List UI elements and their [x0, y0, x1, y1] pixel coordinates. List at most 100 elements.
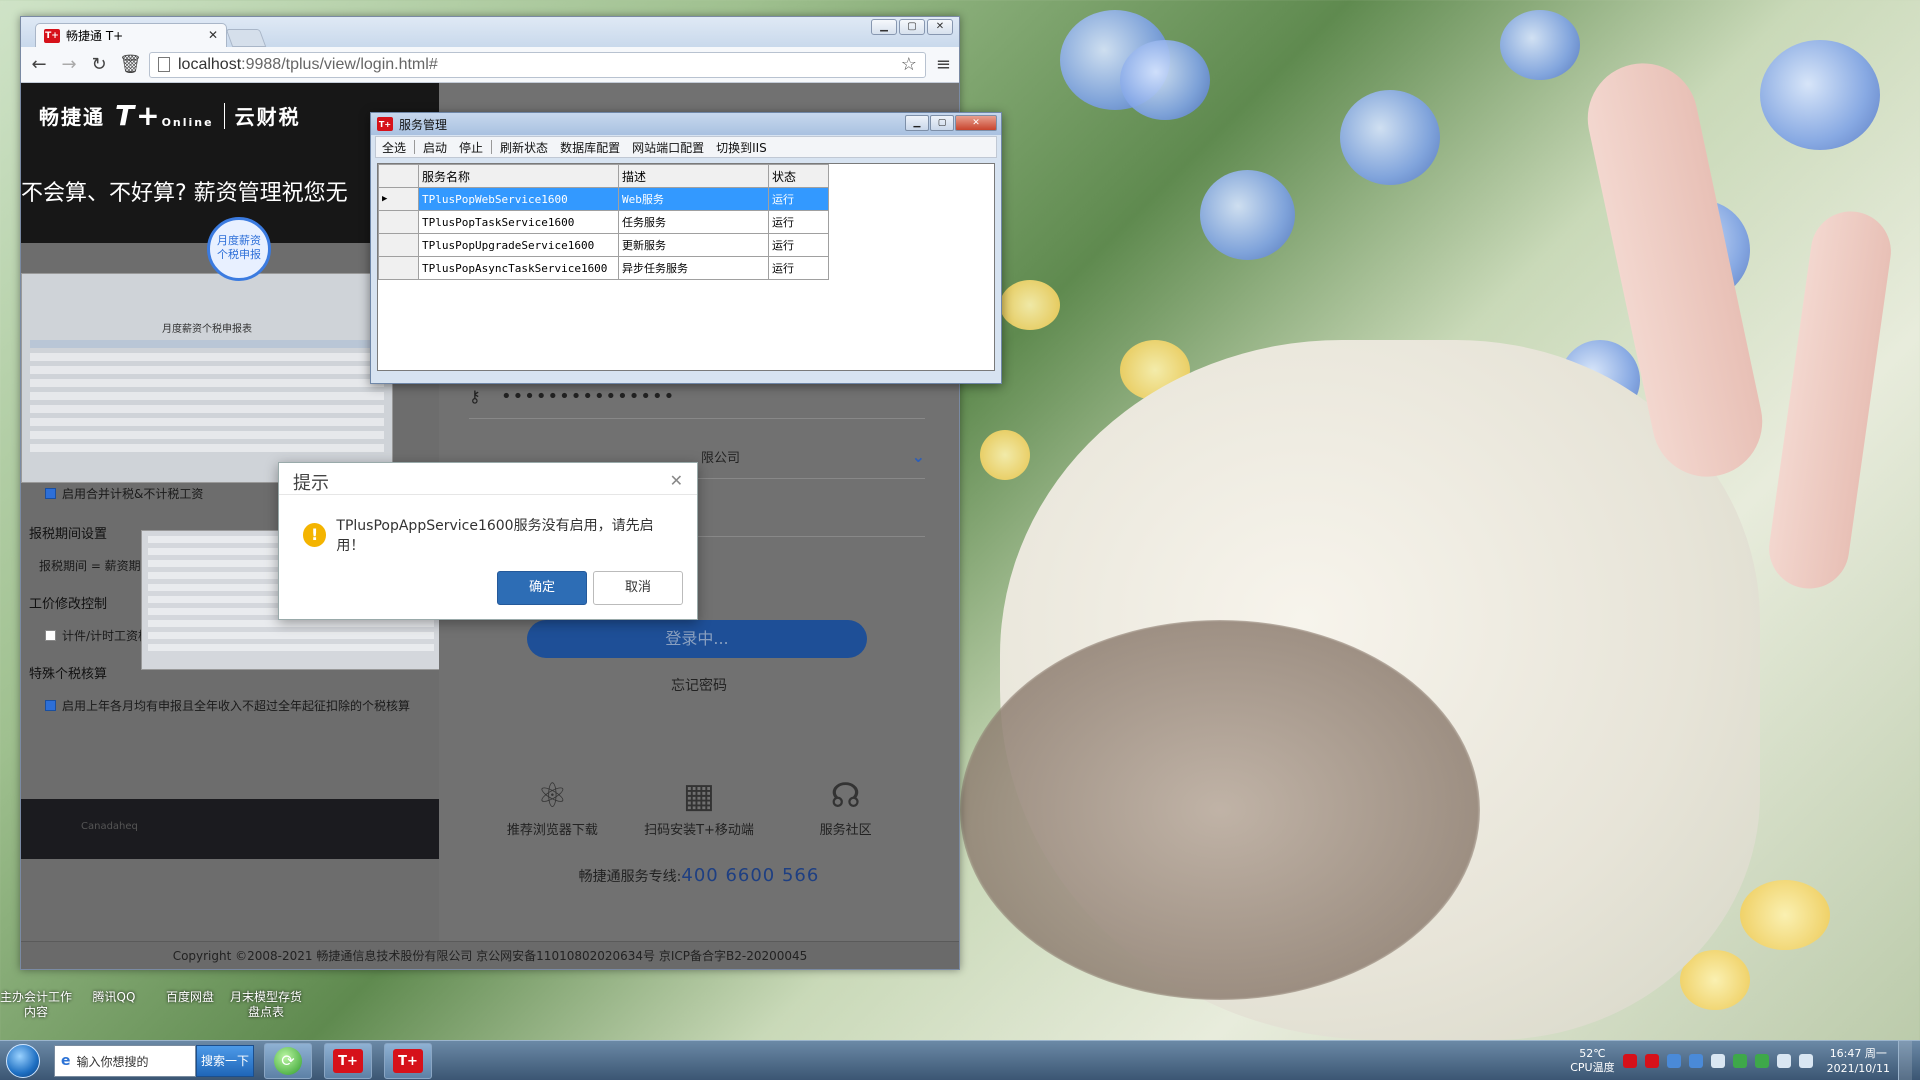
menu-icon[interactable]: ≡ — [936, 54, 951, 75]
table-row[interactable]: TPlusPopUpgradeService1600 更新服务 运行 — [378, 233, 829, 257]
bookmark-star-icon[interactable]: ☆ — [901, 54, 917, 75]
close-button[interactable]: ✕ — [927, 19, 953, 35]
tplus-app-icon: T+ — [377, 117, 393, 131]
desktop-icon-inventory-sheet[interactable]: 月末模型存货 盘点表 — [226, 990, 306, 1020]
taskbar-app-tplus-1[interactable]: T+ — [324, 1043, 372, 1079]
promo-period: 报税期间 = 薪资期间 — [39, 559, 153, 573]
table-row[interactable]: ▶ TPlusPopWebService1600 Web服务 运行 — [378, 187, 829, 211]
feature-label: 扫码安装T+移动端 — [644, 823, 754, 838]
security-tray-icon[interactable] — [1732, 1054, 1747, 1068]
reload-icon[interactable]: ↻ — [89, 54, 109, 75]
chevron-down-icon[interactable]: ⌄ — [912, 447, 925, 466]
settings-tray-icon[interactable] — [1710, 1054, 1725, 1068]
promo-footer-image: Canadaheq — [21, 799, 439, 859]
ie-icon: e — [61, 1053, 71, 1069]
browser-download-link[interactable]: ⚛ 推荐浏览器下载 — [492, 773, 612, 838]
promo-section-tax: 特殊个税核算 — [29, 667, 108, 682]
switch-iis-button[interactable]: 切换到IIS — [710, 139, 773, 156]
new-tab-button[interactable] — [225, 29, 267, 47]
promo-headline: 不会算、不好算? 薪资管理祝您无 — [21, 181, 348, 206]
promo-check-2: 计件/计时工资核 — [45, 627, 150, 644]
copyright: Copyright ©2008-2021 畅捷通信息技术股份有限公司 京公网安备… — [21, 941, 959, 969]
tplus-online: Online — [161, 116, 214, 129]
column-header[interactable]: 描述 — [618, 164, 769, 188]
close-icon[interactable]: ✕ — [670, 471, 683, 490]
minimize-button[interactable]: ▁ — [905, 115, 929, 131]
close-button[interactable]: ✕ — [955, 115, 997, 131]
report-title: 月度薪资个税申报表 — [162, 324, 252, 335]
keyboard-tray-icon[interactable] — [1798, 1054, 1813, 1068]
tplus-favicon-icon: T+ — [44, 28, 60, 43]
maximize-button[interactable]: ▢ — [899, 19, 925, 35]
forgot-password-link[interactable]: 忘记密码 — [439, 675, 959, 695]
windows-logo-icon — [6, 1043, 40, 1078]
feature-label: 推荐浏览器下载 — [506, 823, 598, 838]
forward-icon[interactable]: → — [59, 54, 79, 75]
login-button[interactable]: 登录中... — [527, 620, 867, 658]
promo-check-1: 启用合并计税&不计税工资 — [45, 485, 203, 502]
stop-button[interactable]: 停止 — [453, 139, 489, 156]
service-manager-window: T+ 服务管理 ▁ ▢ ✕ 全选 启动 停止 刷新状态 数据库配置 网站端口配置… — [370, 112, 1002, 384]
minimize-button[interactable]: ▁ — [871, 19, 897, 35]
tplus-icon: T+ — [333, 1049, 363, 1073]
bluetooth-tray-icon[interactable] — [1688, 1054, 1703, 1068]
table-row[interactable]: TPlusPopAsyncTaskService1600 异步任务服务 运行 — [378, 256, 829, 280]
back-icon[interactable]: ← — [29, 54, 49, 75]
tab-close-icon[interactable]: ✕ — [208, 28, 218, 42]
start-button[interactable] — [0, 1042, 46, 1080]
promo-section-period: 报税期间设置 — [29, 527, 108, 542]
service-manager-titlebar: T+ 服务管理 ▁ ▢ ✕ — [371, 113, 1001, 135]
desktop-icon-baidu-pan[interactable]: 百度网盘 — [150, 990, 230, 1005]
cancel-button[interactable]: 取消 — [593, 571, 683, 605]
taskbar-search: e 输入你想搜的 搜索一下 — [54, 1045, 254, 1077]
brand-logo: 畅捷通 T+ Online 云财税 — [39, 99, 301, 132]
db-config-button[interactable]: 数据库配置 — [554, 139, 626, 156]
volume-icon[interactable] — [1776, 1054, 1791, 1068]
search-button[interactable]: 搜索一下 — [196, 1045, 254, 1077]
desktop-icon-qq[interactable]: 腾讯QQ — [74, 990, 154, 1005]
refresh-status-button[interactable]: 刷新状态 — [494, 139, 554, 156]
trash-icon[interactable]: 🗑 — [119, 54, 142, 75]
ok-button[interactable]: 确定 — [497, 571, 587, 605]
search-input[interactable]: e 输入你想搜的 — [54, 1045, 196, 1077]
taskbar-app-tplus-2[interactable]: T+ — [384, 1043, 432, 1079]
service-community-link[interactable]: ☊ 服务社区 — [786, 773, 906, 838]
column-header[interactable]: 服务名称 — [418, 164, 619, 188]
select-all-button[interactable]: 全选 — [376, 139, 412, 156]
promo-screenshot: 月度薪资个税申报表 — [21, 273, 393, 483]
maximize-button[interactable]: ▢ — [930, 115, 954, 131]
hotline-number: 400 6600 566 — [681, 865, 820, 886]
start-button[interactable]: 启动 — [417, 139, 453, 156]
dialog-body: ! TPlusPopAppService1600服务没有启用，请先启用！ — [279, 495, 697, 575]
taskbar-app-refresh[interactable]: ⟳ — [264, 1043, 312, 1079]
cloud-tax: 云财税 — [234, 105, 301, 129]
feature-links: ⚛ 推荐浏览器下载 ▦ 扫码安装T+移动端 ☊ 服务社区 — [439, 773, 959, 838]
hotline-label: 畅捷通服务专线: — [578, 869, 682, 885]
promo-badge: 月度薪资 个税申报 — [207, 217, 271, 281]
cpu-temp: 52℃ CPU温度 — [1570, 1047, 1615, 1074]
network-tray-icon[interactable] — [1666, 1054, 1681, 1068]
promo-footer-sign: Canadaheq — [81, 821, 138, 832]
atom-icon: ⚛ — [537, 776, 568, 816]
port-config-button[interactable]: 网站端口配置 — [626, 139, 710, 156]
clock[interactable]: 16:47 周一 2021/10/11 — [1827, 1046, 1890, 1076]
browser-tab[interactable]: T+ 畅捷通 T+ ✕ — [35, 23, 227, 47]
column-header[interactable]: 状态 — [768, 164, 829, 188]
desktop-icon-work-content[interactable]: 主办会计工作 内容 — [0, 990, 76, 1020]
browser-titlebar: T+ 畅捷通 T+ ✕ ▁ ▢ ✕ — [21, 17, 959, 47]
window-title: 服务管理 — [399, 117, 448, 132]
mobile-install-link[interactable]: ▦ 扫码安装T+移动端 — [639, 773, 759, 838]
show-desktop-button[interactable] — [1898, 1041, 1912, 1080]
tab-title: 畅捷通 T+ — [66, 29, 124, 43]
dialog-message: TPlusPopAppService1600服务没有启用，请先启用！ — [336, 518, 654, 554]
table-row[interactable]: TPlusPopTaskService1600 任务服务 运行 — [378, 210, 829, 234]
address-bar[interactable]: localhost:9988/tplus/view/login.html# ☆ — [149, 51, 926, 78]
wechat-tray-icon[interactable] — [1754, 1054, 1769, 1068]
tplus-icon: T+ — [393, 1049, 423, 1073]
wps-tray-icon[interactable] — [1644, 1054, 1659, 1068]
promo-section-price: 工价修改控制 — [29, 597, 108, 612]
promo-check-3: 启用上年各月均有申报且全年收入不超过全年起征扣除的个税核算 — [45, 697, 410, 714]
url-path: :9988/tplus/view/login.html# — [241, 55, 438, 73]
refresh-app-icon: ⟳ — [274, 1047, 302, 1075]
tplus-tray-icon[interactable] — [1622, 1054, 1637, 1068]
